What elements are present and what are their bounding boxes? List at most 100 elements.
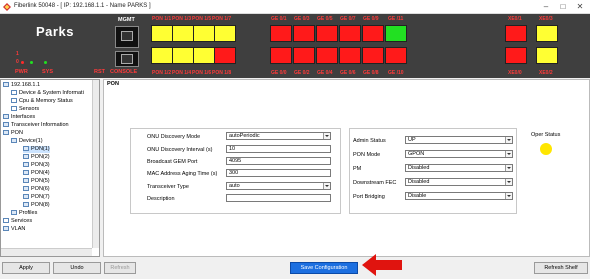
pm-label: PM	[353, 166, 362, 172]
panel-title: PON	[107, 81, 119, 87]
document-icon	[11, 106, 17, 112]
port-ge-0-9[interactable]	[362, 25, 384, 42]
port-label-ge-11: GE /11	[388, 16, 404, 22]
document-icon	[11, 98, 17, 104]
console-label: CONSOLE	[110, 69, 138, 75]
port-label-xe-0-1: XE0/1	[508, 16, 522, 22]
app-logo-icon	[3, 3, 11, 11]
transceiver-type-select[interactable]: auto	[226, 182, 331, 190]
port-xe-0-1[interactable]	[505, 25, 527, 42]
refresh-shelf-button[interactable]: Refresh Shelf	[534, 262, 588, 274]
tree-item-profiles[interactable]: Profiles	[11, 210, 37, 217]
pm-select[interactable]: Disabled	[405, 164, 513, 172]
port-ge-10[interactable]	[385, 47, 407, 64]
port-xe-0-0[interactable]	[505, 47, 527, 64]
port-pon-1-4[interactable]	[172, 47, 194, 64]
apply-button[interactable]: Apply	[2, 262, 50, 274]
port-ge-0-1[interactable]	[270, 25, 292, 42]
mac-aging-time-input[interactable]: 300	[226, 169, 331, 177]
tree-item-pon-3[interactable]: PON(3)	[23, 162, 50, 169]
tree-item-pon-6[interactable]: PON(6)	[23, 186, 50, 193]
admin-status-select[interactable]: UP	[405, 136, 513, 144]
port-label-ge-0-6: GE 0/6	[340, 70, 356, 76]
refresh-button[interactable]: Refresh	[104, 262, 136, 274]
tree-item-device-1[interactable]: Device(1)	[11, 138, 43, 145]
port-ge-0-6[interactable]	[339, 47, 361, 64]
tree-item-root[interactable]: 192.168.1.1	[3, 82, 40, 89]
tree-item-pon-7[interactable]: PON(7)	[23, 194, 50, 201]
tree-item-pon-1[interactable]: PON(1)	[23, 146, 50, 153]
port-label-pon-1-4: PON 1/4	[172, 70, 192, 76]
tree-item-services[interactable]: Services	[3, 218, 32, 225]
pwr-led	[21, 61, 24, 64]
tree-item-interfaces[interactable]: Interfaces	[3, 114, 35, 121]
port-label-ge-0-8: GE 0/8	[363, 70, 379, 76]
port-ge-0-0[interactable]	[270, 47, 292, 64]
chevron-down-icon	[505, 165, 512, 171]
device-front-panel: Parks 0 1 PWR SYS RST CONSOLE MGMT PON 1…	[0, 14, 590, 78]
port-ge-11[interactable]	[385, 25, 407, 42]
port-label-ge-0-0: GE 0/0	[271, 70, 287, 76]
port-label-pon-1-8: PON 1/8	[212, 70, 232, 76]
tree-item-pon-8[interactable]: PON(8)	[23, 202, 50, 209]
tree-item-vlan[interactable]: VLAN	[3, 226, 25, 233]
tree-item-pon-5[interactable]: PON(5)	[23, 178, 50, 185]
chevron-down-icon	[323, 133, 330, 139]
port-ge-0-5[interactable]	[316, 25, 338, 42]
port-xe-0-2[interactable]	[536, 47, 558, 64]
port-ge-0-7[interactable]	[339, 25, 361, 42]
oper-status-label: Oper Status	[531, 132, 561, 138]
tree-item-sensors[interactable]: Sensors	[11, 106, 39, 113]
minimize-button[interactable]: –	[540, 2, 552, 12]
pon-mode-select[interactable]: GPON	[405, 150, 513, 158]
onu-discovery-mode-select[interactable]: autoPeriodic	[226, 132, 331, 140]
port-pon-1-5[interactable]	[193, 25, 215, 42]
onu-discovery-interval-input[interactable]: 10	[226, 145, 331, 153]
port-label-xe-0-3: XE0/3	[539, 16, 553, 22]
description-input[interactable]	[226, 194, 331, 202]
tree-item-cpu-memory[interactable]: Cpu & Memory Status	[11, 98, 73, 105]
tree-item-transceiver[interactable]: Transceiver Information	[3, 122, 69, 129]
port-ge-0-3[interactable]	[293, 25, 315, 42]
right-settings-group: Admin Status UP PON Mode GPON PM Disable…	[349, 128, 517, 214]
save-configuration-button[interactable]: Save Configuration	[290, 262, 358, 274]
port-ge-0-2[interactable]	[293, 47, 315, 64]
port-label-ge-0-7: GE 0/7	[340, 16, 356, 22]
tree-item-pon-2[interactable]: PON(2)	[23, 154, 50, 161]
port-pon-1-2[interactable]	[151, 47, 173, 64]
port-ge-0-4[interactable]	[316, 47, 338, 64]
folder-icon	[23, 186, 29, 192]
port-bridging-label: Port Bridging	[353, 194, 385, 200]
pwr-label: PWR	[15, 69, 28, 75]
rst-label: RST	[94, 69, 105, 75]
chevron-down-icon	[505, 193, 512, 199]
port-ge-0-8[interactable]	[362, 47, 384, 64]
downstream-fec-select[interactable]: Disabled	[405, 178, 513, 186]
tree-horizontal-scrollbar[interactable]	[1, 248, 92, 256]
undo-button[interactable]: Undo	[53, 262, 101, 274]
tree-item-device-system-info[interactable]: Device & System Informati	[11, 90, 84, 97]
port-pon-1-1[interactable]	[151, 25, 173, 42]
port-label-xe-0-0: XE0/0	[508, 70, 522, 76]
tree-item-pon-4[interactable]: PON(4)	[23, 170, 50, 177]
port-pon-1-8[interactable]	[214, 47, 236, 64]
downstream-fec-label: Downstream FEC	[353, 180, 397, 186]
highlight-arrow-icon	[362, 254, 402, 276]
port-pon-1-6[interactable]	[193, 47, 215, 64]
tree-vertical-scrollbar[interactable]	[92, 80, 99, 248]
left-settings-group: ONU Discovery Mode autoPeriodic ONU Disc…	[130, 128, 341, 214]
port-pon-1-3[interactable]	[172, 25, 194, 42]
document-icon	[3, 218, 9, 224]
mgmt-port	[115, 26, 139, 48]
pon-config-panel: PON ONU Discovery Mode autoPeriodic ONU …	[103, 79, 590, 257]
port-pon-1-7[interactable]	[214, 25, 236, 42]
transceiver-type-label: Transceiver Type	[147, 184, 189, 190]
broadcast-gem-port-input[interactable]: 4095	[226, 157, 331, 165]
port-bridging-select[interactable]: Disable	[405, 192, 513, 200]
mgmt-label: MGMT	[118, 17, 135, 23]
document-icon	[11, 90, 17, 96]
port-xe-0-3[interactable]	[536, 25, 558, 42]
close-button[interactable]: ✕	[574, 2, 586, 12]
maximize-button[interactable]: □	[557, 2, 569, 12]
tree-item-pon[interactable]: PON	[3, 130, 23, 137]
